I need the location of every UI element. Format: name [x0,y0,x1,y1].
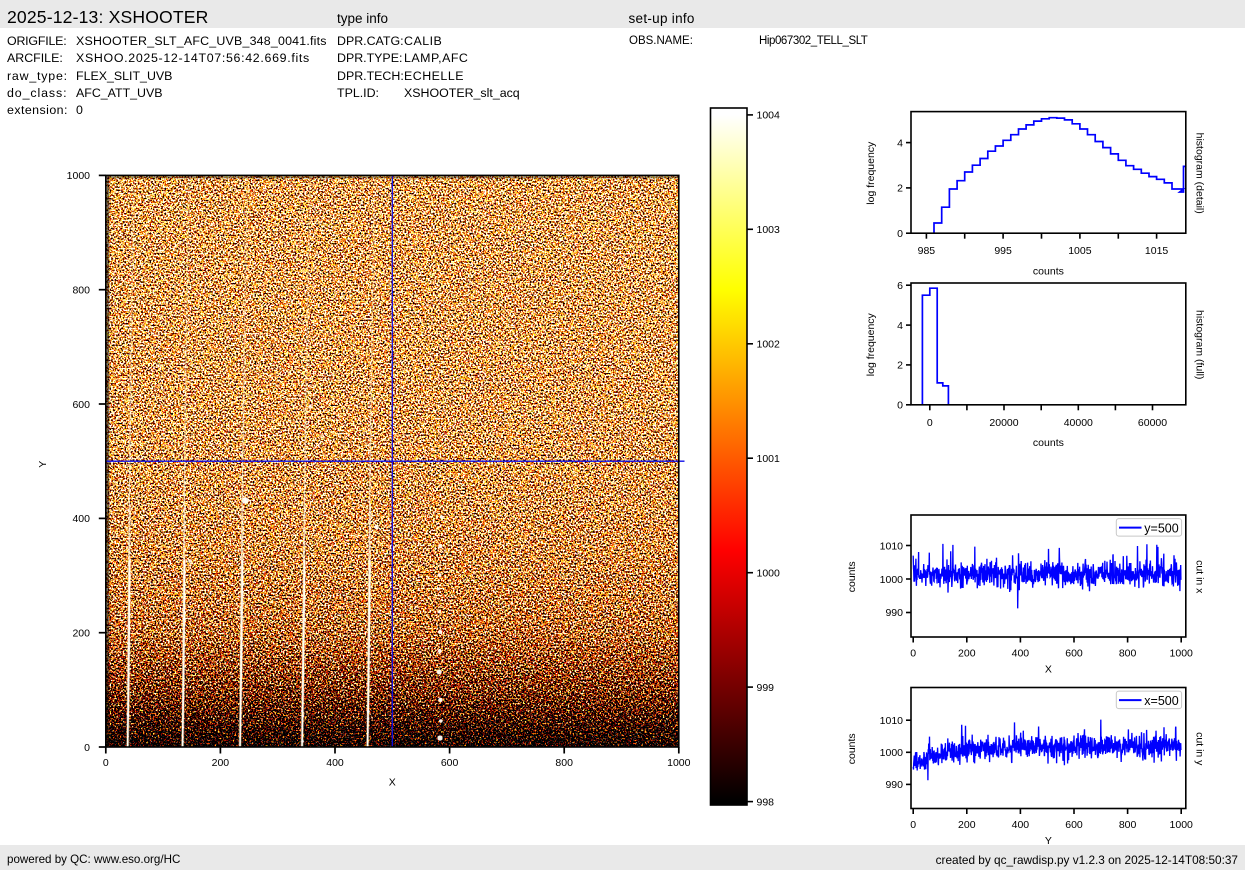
svg-text:1003: 1003 [757,224,781,236]
svg-text:1000: 1000 [880,747,904,759]
svg-text:1010: 1010 [880,715,904,727]
svg-text:y=500: y=500 [1144,522,1178,536]
svg-text:600: 600 [1065,648,1083,660]
svg-text:cut in x: cut in x [1194,560,1206,594]
svg-text:4: 4 [897,320,903,332]
svg-text:1000: 1000 [880,574,904,586]
svg-text:600: 600 [441,757,459,769]
svg-text:0: 0 [84,742,90,754]
svg-text:400: 400 [72,513,90,525]
svg-text:1010: 1010 [880,540,904,552]
svg-text:200: 200 [958,819,976,831]
svg-text:60000: 60000 [1138,417,1167,429]
svg-text:1000: 1000 [67,170,91,182]
svg-text:cut in y: cut in y [1194,732,1206,766]
svg-text:1000: 1000 [667,757,691,769]
svg-text:1004: 1004 [757,110,781,122]
svg-text:990: 990 [885,779,903,791]
svg-text:985: 985 [918,245,936,257]
svg-text:1001: 1001 [757,453,781,465]
svg-text:400: 400 [326,757,344,769]
svg-text:X: X [389,777,396,789]
svg-text:1015: 1015 [1145,245,1169,257]
svg-text:995: 995 [994,245,1012,257]
svg-text:0: 0 [910,648,916,660]
svg-text:1002: 1002 [757,339,781,351]
svg-text:1000: 1000 [1170,819,1194,831]
svg-text:2: 2 [897,360,903,372]
svg-text:histogram (full): histogram (full) [1194,310,1206,379]
svg-text:log frequency: log frequency [865,312,877,376]
svg-text:X: X [1045,664,1052,676]
svg-text:200: 200 [72,628,90,640]
svg-text:x=500: x=500 [1144,694,1178,708]
svg-text:200: 200 [212,757,230,769]
svg-text:20000: 20000 [989,417,1018,429]
svg-text:990: 990 [885,607,903,619]
svg-text:800: 800 [1119,819,1137,831]
svg-text:counts: counts [1033,437,1064,449]
svg-text:0: 0 [910,819,916,831]
svg-text:2: 2 [897,183,903,195]
svg-text:6: 6 [897,280,903,292]
svg-text:600: 600 [1065,819,1083,831]
svg-text:600: 600 [72,399,90,411]
svg-text:0: 0 [897,228,903,240]
svg-text:counts: counts [846,561,858,592]
svg-text:800: 800 [555,757,573,769]
svg-text:800: 800 [1119,648,1137,660]
svg-text:400: 400 [1012,648,1030,660]
svg-text:400: 400 [1012,819,1030,831]
svg-text:200: 200 [958,648,976,660]
svg-text:0: 0 [927,417,933,429]
svg-text:counts: counts [1033,266,1064,278]
svg-text:999: 999 [757,682,775,694]
svg-text:40000: 40000 [1064,417,1093,429]
svg-text:998: 998 [757,796,775,808]
svg-text:histogram (detail): histogram (detail) [1194,133,1206,214]
svg-text:1000: 1000 [1170,648,1194,660]
svg-text:0: 0 [103,757,109,769]
svg-text:0: 0 [897,400,903,412]
svg-text:log frequency: log frequency [865,141,877,205]
svg-text:Y: Y [37,461,49,468]
svg-text:Y: Y [1045,835,1052,847]
svg-text:800: 800 [72,285,90,297]
svg-text:1005: 1005 [1068,245,1092,257]
svg-text:1000: 1000 [757,568,781,580]
svg-text:4: 4 [897,137,903,149]
svg-text:counts: counts [846,733,858,764]
